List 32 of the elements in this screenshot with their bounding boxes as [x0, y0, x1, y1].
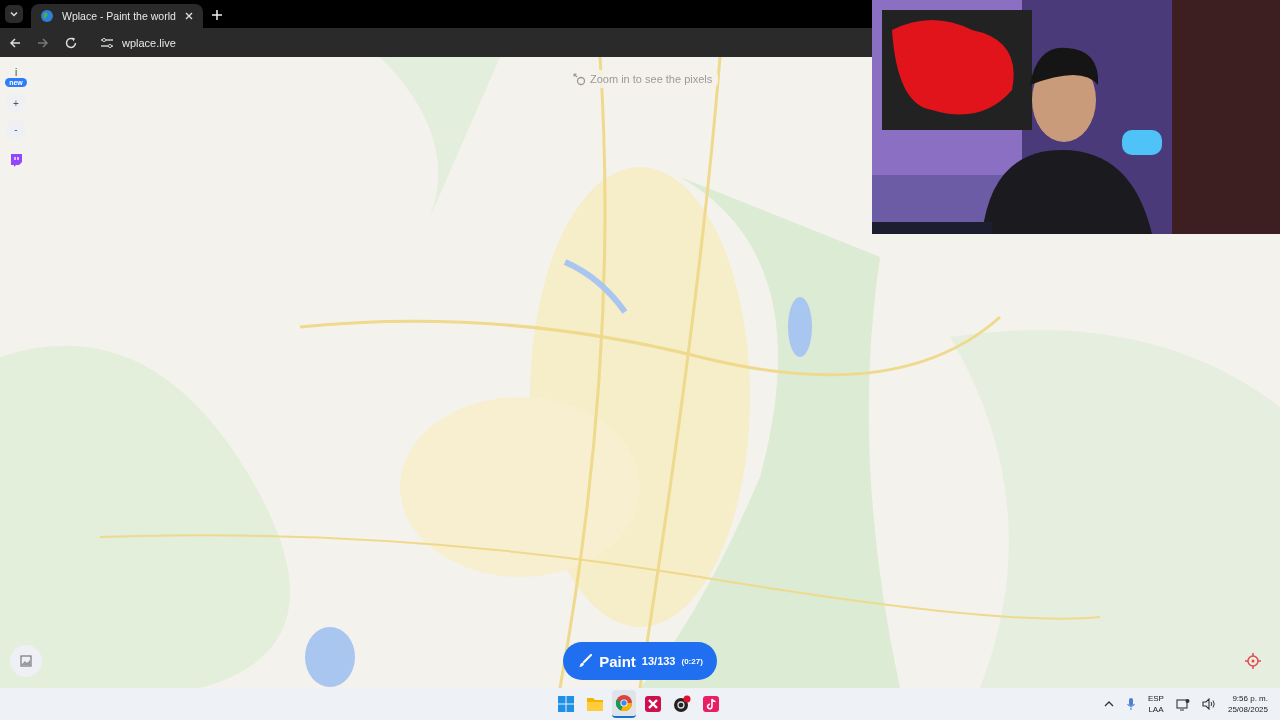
chat-bubble-icon[interactable] [9, 153, 23, 167]
chevron-up-icon[interactable] [1103, 700, 1114, 708]
browser-tab[interactable]: Wplace - Paint the world [31, 4, 203, 28]
clock[interactable]: 9:56 p. m. 25/08/2025 [1227, 693, 1268, 715]
site-settings-icon [100, 36, 114, 49]
back-icon[interactable] [8, 35, 22, 50]
globe-icon [40, 9, 54, 23]
info-button[interactable]: i [14, 67, 18, 78]
close-icon[interactable] [184, 11, 194, 21]
chevron-down-icon [9, 9, 19, 19]
reload-icon[interactable] [64, 35, 78, 50]
paint-button[interactable]: Paint 13/133 (0:27) [563, 642, 717, 680]
microphone-icon[interactable] [1125, 697, 1136, 711]
pinch-icon [572, 72, 586, 86]
record-app-icon [673, 695, 691, 713]
locate-icon[interactable] [1245, 653, 1261, 669]
windows-icon [557, 695, 575, 713]
network-icon[interactable] [1175, 697, 1190, 711]
speaker-icon[interactable] [1201, 698, 1216, 710]
cross-app-icon [645, 696, 661, 712]
hint-text: Zoom in to see the pixels [590, 73, 713, 85]
new-tab-icon[interactable] [211, 9, 223, 21]
tab-title: Wplace - Paint the world [62, 10, 176, 22]
forward-icon[interactable] [36, 35, 50, 50]
address-field[interactable]: wplace.live [92, 31, 184, 54]
music-note-icon [703, 696, 719, 712]
folder-icon [586, 696, 604, 712]
browser-icon [615, 694, 633, 712]
language-indicator[interactable]: ESP LAA [1147, 693, 1164, 715]
image-icon [20, 655, 32, 667]
tab-list-button[interactable] [5, 5, 23, 23]
brush-icon [577, 653, 594, 669]
